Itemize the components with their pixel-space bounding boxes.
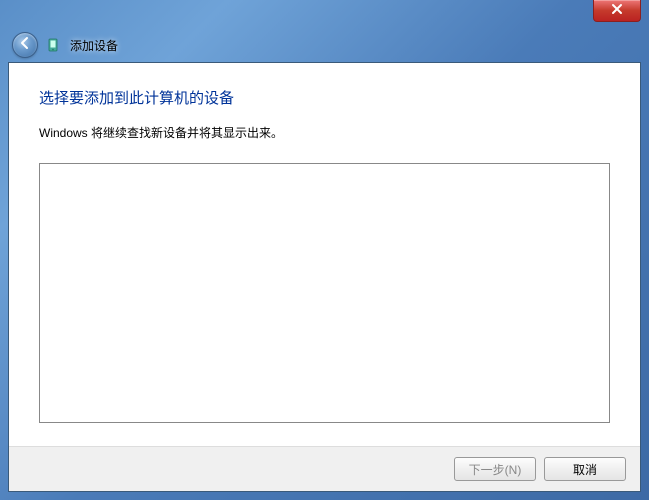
close-icon — [611, 2, 623, 20]
next-button[interactable]: 下一步(N) — [454, 457, 536, 481]
content-panel: 选择要添加到此计算机的设备 Windows 将继续查找新设备并将其显示出来。 下… — [8, 62, 641, 492]
cancel-button[interactable]: 取消 — [544, 457, 626, 481]
device-icon — [46, 37, 62, 53]
arrow-left-icon — [18, 36, 32, 55]
window-title: 添加设备 — [70, 37, 118, 54]
button-row: 下一步(N) 取消 — [9, 446, 640, 491]
back-button[interactable] — [12, 32, 38, 58]
page-heading: 选择要添加到此计算机的设备 — [39, 87, 610, 108]
titlebar: 添加设备 — [12, 30, 637, 60]
device-list[interactable] — [39, 163, 610, 423]
close-button[interactable] — [593, 0, 641, 22]
content-body: 选择要添加到此计算机的设备 Windows 将继续查找新设备并将其显示出来。 — [9, 63, 640, 446]
page-subtext: Windows 将继续查找新设备并将其显示出来。 — [39, 124, 610, 141]
